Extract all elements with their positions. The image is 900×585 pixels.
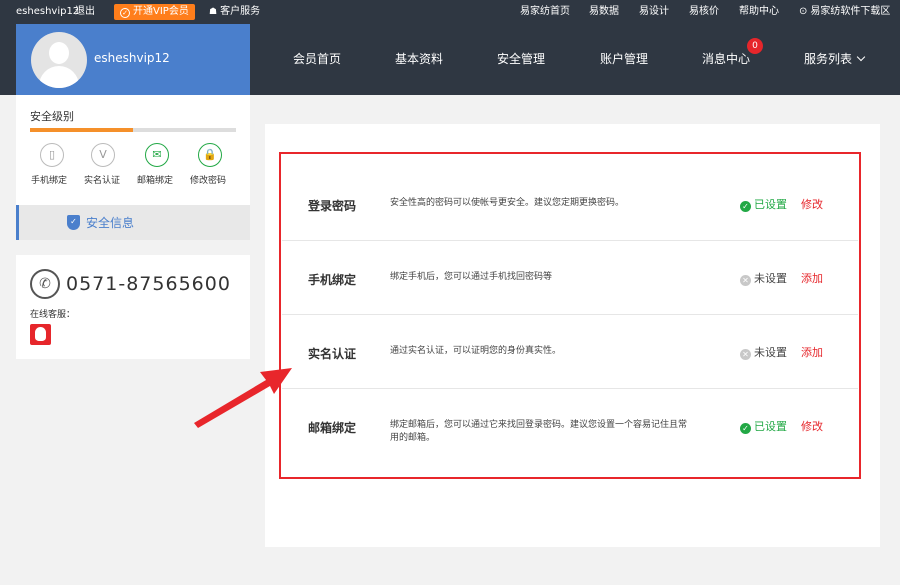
security-item-email[interactable]: 邮箱绑定 <box>137 173 173 186</box>
qq-icon[interactable] <box>30 324 51 345</box>
nav-services[interactable]: 服务列表 <box>804 24 866 95</box>
mail-icon[interactable]: ✉ <box>145 143 169 167</box>
security-item-password[interactable]: 修改密码 <box>190 173 226 186</box>
security-level-title: 安全级别 <box>30 110 74 123</box>
topbar-link-design[interactable]: 易设计 <box>639 0 669 24</box>
nav-account[interactable]: 账户管理 <box>600 24 648 95</box>
verify-v-icon[interactable]: V <box>91 143 115 167</box>
avatar[interactable] <box>31 32 87 88</box>
online-service-label: 在线客服： <box>30 310 76 320</box>
vip-icon: ✓ <box>120 8 130 18</box>
security-item-realname[interactable]: 实名认证 <box>84 173 120 186</box>
message-count-badge: 0 <box>747 38 763 54</box>
security-progress-bar <box>30 128 236 132</box>
highlight-box <box>279 152 861 479</box>
nav-security[interactable]: 安全管理 <box>497 24 545 95</box>
nav-messages[interactable]: 消息中心 <box>702 24 750 95</box>
topbar-link-help[interactable]: 帮助中心 <box>739 0 779 24</box>
topbar-link-download[interactable]: ⊙ 易家纺软件下载区 <box>799 0 890 24</box>
nav-member-home[interactable]: 会员首页 <box>293 24 341 95</box>
contact-panel: ✆ 0571-87565600 在线客服： <box>16 255 250 359</box>
shield-icon: ✓ <box>67 215 80 230</box>
topbar-username[interactable]: esheshvip12 <box>16 0 79 24</box>
telephone-icon: ✆ <box>30 269 60 299</box>
nav-basic-info[interactable]: 基本资料 <box>395 24 443 95</box>
topbar-link-data[interactable]: 易数据 <box>589 0 619 24</box>
annotation-arrow <box>194 368 292 428</box>
phone-number: 0571-87565600 <box>66 273 231 295</box>
topbar-link-home[interactable]: 易家纺首页 <box>520 0 570 24</box>
logout-link[interactable]: 退出 <box>75 0 95 24</box>
sidebar-item-label: 安全信息 <box>86 216 135 230</box>
download-icon: ⊙ <box>799 6 808 17</box>
lock-icon[interactable]: 🔒 <box>198 143 222 167</box>
chevron-down-icon <box>856 52 866 62</box>
phone-icon[interactable]: ▯ <box>40 143 64 167</box>
customer-service-link[interactable]: ☗ 客户服务 <box>209 0 260 24</box>
security-item-phone[interactable]: 手机绑定 <box>31 173 67 186</box>
top-bar: esheshvip12 退出 ✓ 开通VIP会员 ☗ 客户服务 易家纺首页 易数据 … <box>0 0 900 24</box>
profile-card: esheshvip12 <box>16 24 250 95</box>
open-vip-button[interactable]: ✓ 开通VIP会员 <box>114 4 195 20</box>
profile-username: esheshvip12 <box>94 51 170 65</box>
customer-service-icon: ☗ <box>209 7 218 17</box>
topbar-link-pricing[interactable]: 易核价 <box>689 0 719 24</box>
security-level-panel: 安全级别 ▯ 手机绑定 V 实名认证 ✉ 邮箱绑定 🔒 修改密码 <box>16 95 250 205</box>
sidebar-item-security-info[interactable]: ✓ 安全信息 <box>16 205 250 240</box>
